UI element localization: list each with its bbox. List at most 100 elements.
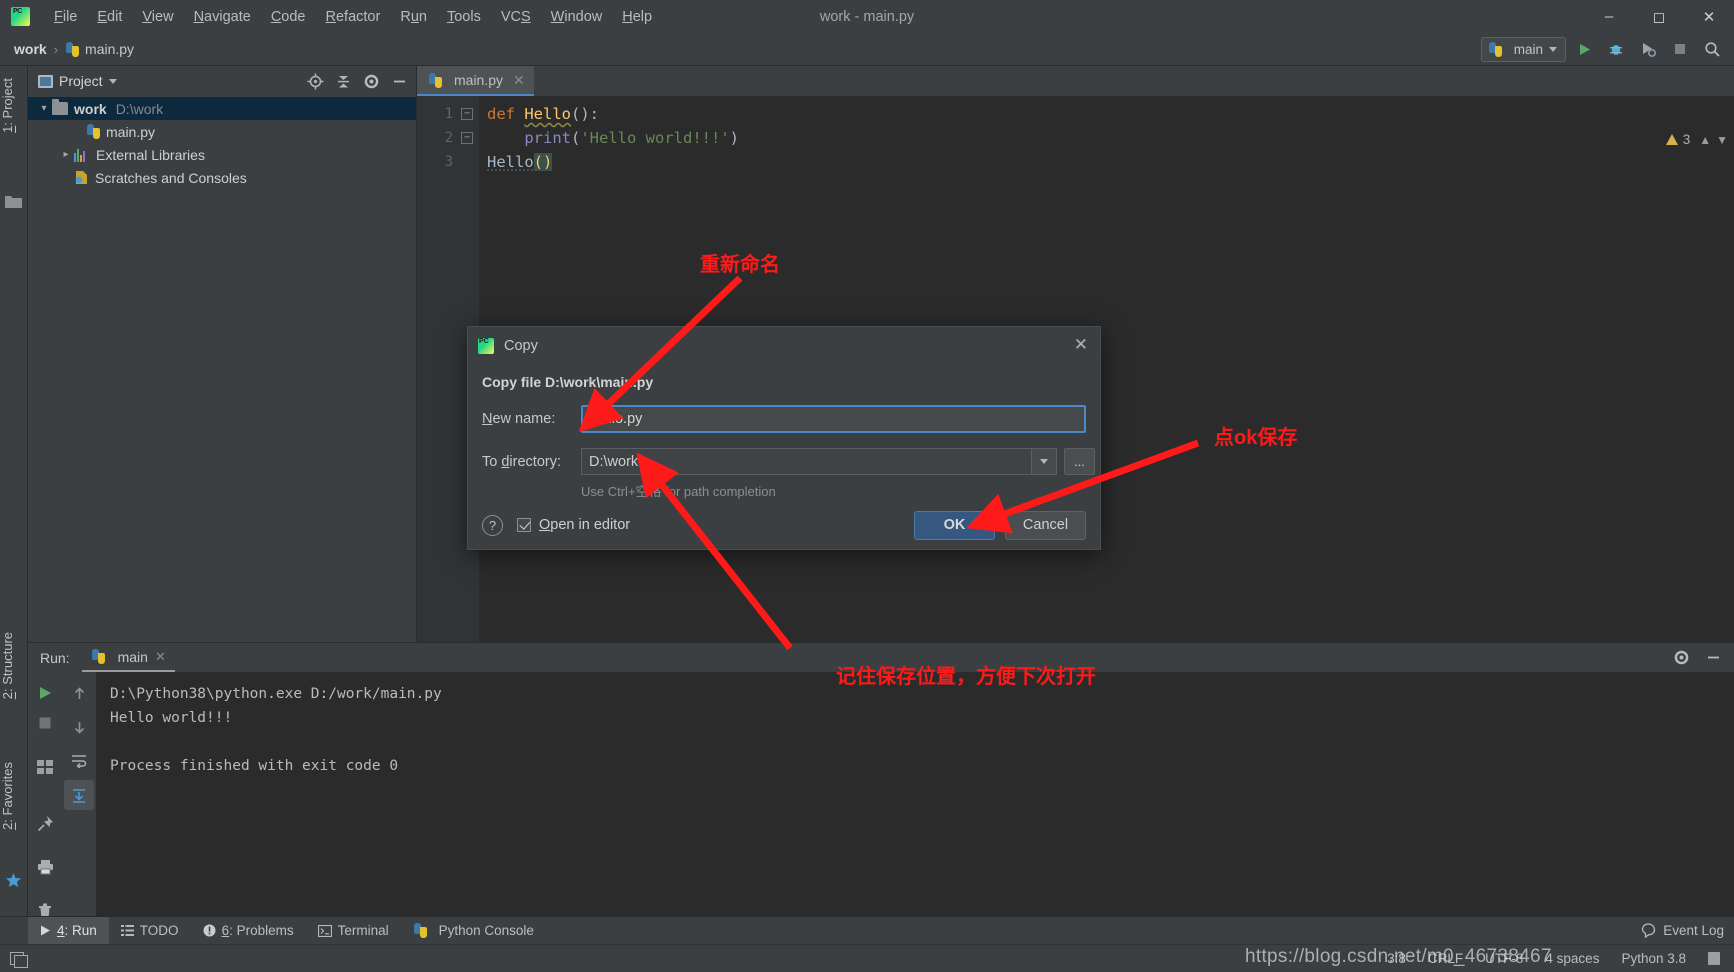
close-icon[interactable]: ✕ bbox=[1684, 0, 1734, 33]
console-grid-icon[interactable] bbox=[28, 752, 62, 782]
pycharm-logo-icon bbox=[478, 338, 494, 354]
coverage-icon[interactable] bbox=[1634, 36, 1662, 62]
window-icon[interactable] bbox=[10, 952, 28, 968]
maximize-icon[interactable]: ◻ bbox=[1634, 0, 1684, 33]
stop-icon[interactable] bbox=[28, 708, 62, 738]
lock-icon[interactable] bbox=[1708, 952, 1720, 965]
inspection-summary[interactable]: 3 ▲ ▼ bbox=[1665, 132, 1728, 147]
interpreter-setting[interactable]: Python 3.8 bbox=[1621, 951, 1686, 966]
chevron-right-icon[interactable]: ▸ bbox=[58, 149, 74, 160]
collapse-all-icon[interactable] bbox=[330, 68, 356, 94]
search-everywhere-icon[interactable] bbox=[1698, 36, 1726, 62]
question-mark-icon[interactable]: ? bbox=[482, 514, 503, 536]
breadcrumb-work[interactable]: work bbox=[14, 41, 47, 57]
locate-icon[interactable] bbox=[302, 68, 328, 94]
tree-item-scratches[interactable]: Scratches and Consoles bbox=[28, 166, 416, 189]
project-folder-icon[interactable] bbox=[5, 194, 23, 212]
new-name-input[interactable]: Hello.py bbox=[581, 405, 1086, 433]
run-configuration-selector[interactable]: main bbox=[1480, 36, 1566, 62]
bottom-tab-problems[interactable]: 6: Problems bbox=[191, 917, 306, 945]
sidebar-tab-favorites[interactable]: 2: Favorites bbox=[0, 756, 28, 836]
project-panel-title-group[interactable]: Project bbox=[38, 73, 117, 89]
chevron-down-icon bbox=[1549, 46, 1557, 52]
tree-item-mainpy[interactable]: main.py bbox=[28, 120, 416, 143]
menu-edit[interactable]: Edit bbox=[87, 6, 132, 28]
chevron-down-icon[interactable]: ▼ bbox=[1716, 133, 1728, 147]
open-in-editor-checkbox[interactable] bbox=[517, 518, 531, 532]
menu-code[interactable]: Code bbox=[261, 6, 316, 28]
run-console-output[interactable]: D:\Python38\python.exe D:/work/main.py H… bbox=[96, 672, 1734, 916]
menu-tools[interactable]: Tools bbox=[437, 6, 491, 28]
tree-item-work[interactable]: ▾ work D:\work bbox=[28, 97, 416, 120]
line-number-2-label: 2 bbox=[444, 130, 453, 146]
scratches-icon bbox=[74, 170, 89, 185]
down-arrow-icon[interactable] bbox=[64, 712, 94, 742]
bottom-tab-python-console[interactable]: Python Console bbox=[401, 917, 546, 945]
favorites-star-icon[interactable] bbox=[5, 872, 23, 890]
bottom-tab-todo[interactable]: TODO bbox=[109, 917, 191, 945]
browse-directory-button[interactable]: ... bbox=[1064, 448, 1095, 475]
project-panel-title: Project bbox=[59, 73, 103, 89]
run-tab-main[interactable]: main ✕ bbox=[81, 643, 175, 672]
console-line-3: Process finished with exit code 0 bbox=[110, 758, 399, 774]
menu-navigate[interactable]: Navigate bbox=[184, 6, 261, 28]
to-directory-combo[interactable]: D:\work bbox=[581, 448, 1057, 475]
chevron-up-icon[interactable]: ▲ bbox=[1699, 133, 1711, 147]
hide-panel-icon[interactable] bbox=[1700, 645, 1726, 671]
bottom-tab-terminal[interactable]: Terminal bbox=[306, 917, 401, 945]
print-icon[interactable] bbox=[28, 852, 62, 882]
open-in-editor-label[interactable]: Open in editor bbox=[539, 517, 630, 533]
editor-tab-mainpy[interactable]: main.py ✕ bbox=[417, 66, 534, 96]
menu-file[interactable]: File bbox=[44, 6, 87, 28]
to-directory-label: To directory: bbox=[482, 453, 561, 470]
new-name-row: New name: Hello.py bbox=[468, 405, 1100, 433]
inspection-strip[interactable] bbox=[1712, 126, 1734, 642]
breadcrumb-mainpy[interactable]: main.py bbox=[65, 41, 134, 57]
up-arrow-icon[interactable] bbox=[64, 678, 94, 708]
settings-gear-icon[interactable] bbox=[358, 68, 384, 94]
debug-icon[interactable] bbox=[1602, 36, 1630, 62]
bottom-tab-run[interactable]: 4: Run bbox=[28, 916, 109, 945]
stop-icon[interactable] bbox=[1666, 36, 1694, 62]
to-directory-row: To directory: D:\work ... bbox=[468, 448, 1100, 475]
menu-refactor[interactable]: Refactor bbox=[316, 6, 391, 28]
menu-vcs[interactable]: VCS bbox=[491, 6, 541, 28]
breadcrumb-mainpy-label: main.py bbox=[85, 41, 135, 57]
settings-gear-icon[interactable] bbox=[1668, 645, 1694, 671]
rerun-icon[interactable] bbox=[28, 678, 62, 708]
sidebar-tab-structure[interactable]: 2: Structure bbox=[0, 626, 28, 705]
run-icon[interactable] bbox=[1570, 36, 1598, 62]
cancel-button[interactable]: Cancel bbox=[1005, 510, 1086, 540]
hide-panel-icon[interactable] bbox=[386, 68, 412, 94]
window-controls: ‒ ◻ ✕ bbox=[1584, 0, 1734, 33]
close-icon[interactable]: ✕ bbox=[513, 72, 525, 89]
new-name-label: New name: bbox=[482, 411, 556, 427]
close-icon[interactable]: ✕ bbox=[1074, 336, 1088, 354]
menu-run[interactable]: Run bbox=[390, 6, 437, 28]
indent-setting[interactable]: 4 spaces bbox=[1545, 951, 1599, 966]
tree-item-external-libraries[interactable]: ▸ External Libraries bbox=[28, 143, 416, 166]
soft-wrap-icon[interactable] bbox=[64, 746, 94, 776]
chevron-down-icon[interactable]: ▾ bbox=[36, 103, 52, 114]
sidebar-tab-project[interactable]: 1: Project bbox=[0, 72, 28, 139]
scroll-to-end-icon[interactable] bbox=[64, 780, 94, 810]
left-tool-strip: 1: Project 2: Structure 2: Favorites bbox=[0, 66, 28, 916]
title-bar: File Edit View Navigate Code Refactor Ru… bbox=[0, 0, 1734, 33]
code-fold-end-icon[interactable]: − bbox=[461, 132, 473, 144]
event-log-button[interactable]: Event Log bbox=[1641, 923, 1724, 938]
menu-view[interactable]: View bbox=[132, 6, 183, 28]
chevron-down-icon[interactable] bbox=[1031, 448, 1057, 475]
pin-icon[interactable] bbox=[28, 808, 62, 838]
code-fold-icon[interactable]: − bbox=[461, 108, 473, 120]
breadcrumb-separator: › bbox=[53, 41, 59, 57]
play-icon bbox=[41, 925, 50, 936]
menu-window[interactable]: Window bbox=[541, 6, 613, 28]
to-directory-input[interactable]: D:\work bbox=[581, 448, 1031, 475]
terminal-icon bbox=[317, 924, 332, 937]
dialog-subtitle: Copy file D:\work\main.py bbox=[482, 374, 654, 390]
navbar-actions: main bbox=[1480, 36, 1726, 62]
close-icon[interactable]: ✕ bbox=[155, 649, 166, 665]
minimize-icon[interactable]: ‒ bbox=[1584, 0, 1634, 33]
ok-button[interactable]: OK bbox=[914, 510, 995, 540]
menu-help[interactable]: Help bbox=[612, 6, 662, 28]
